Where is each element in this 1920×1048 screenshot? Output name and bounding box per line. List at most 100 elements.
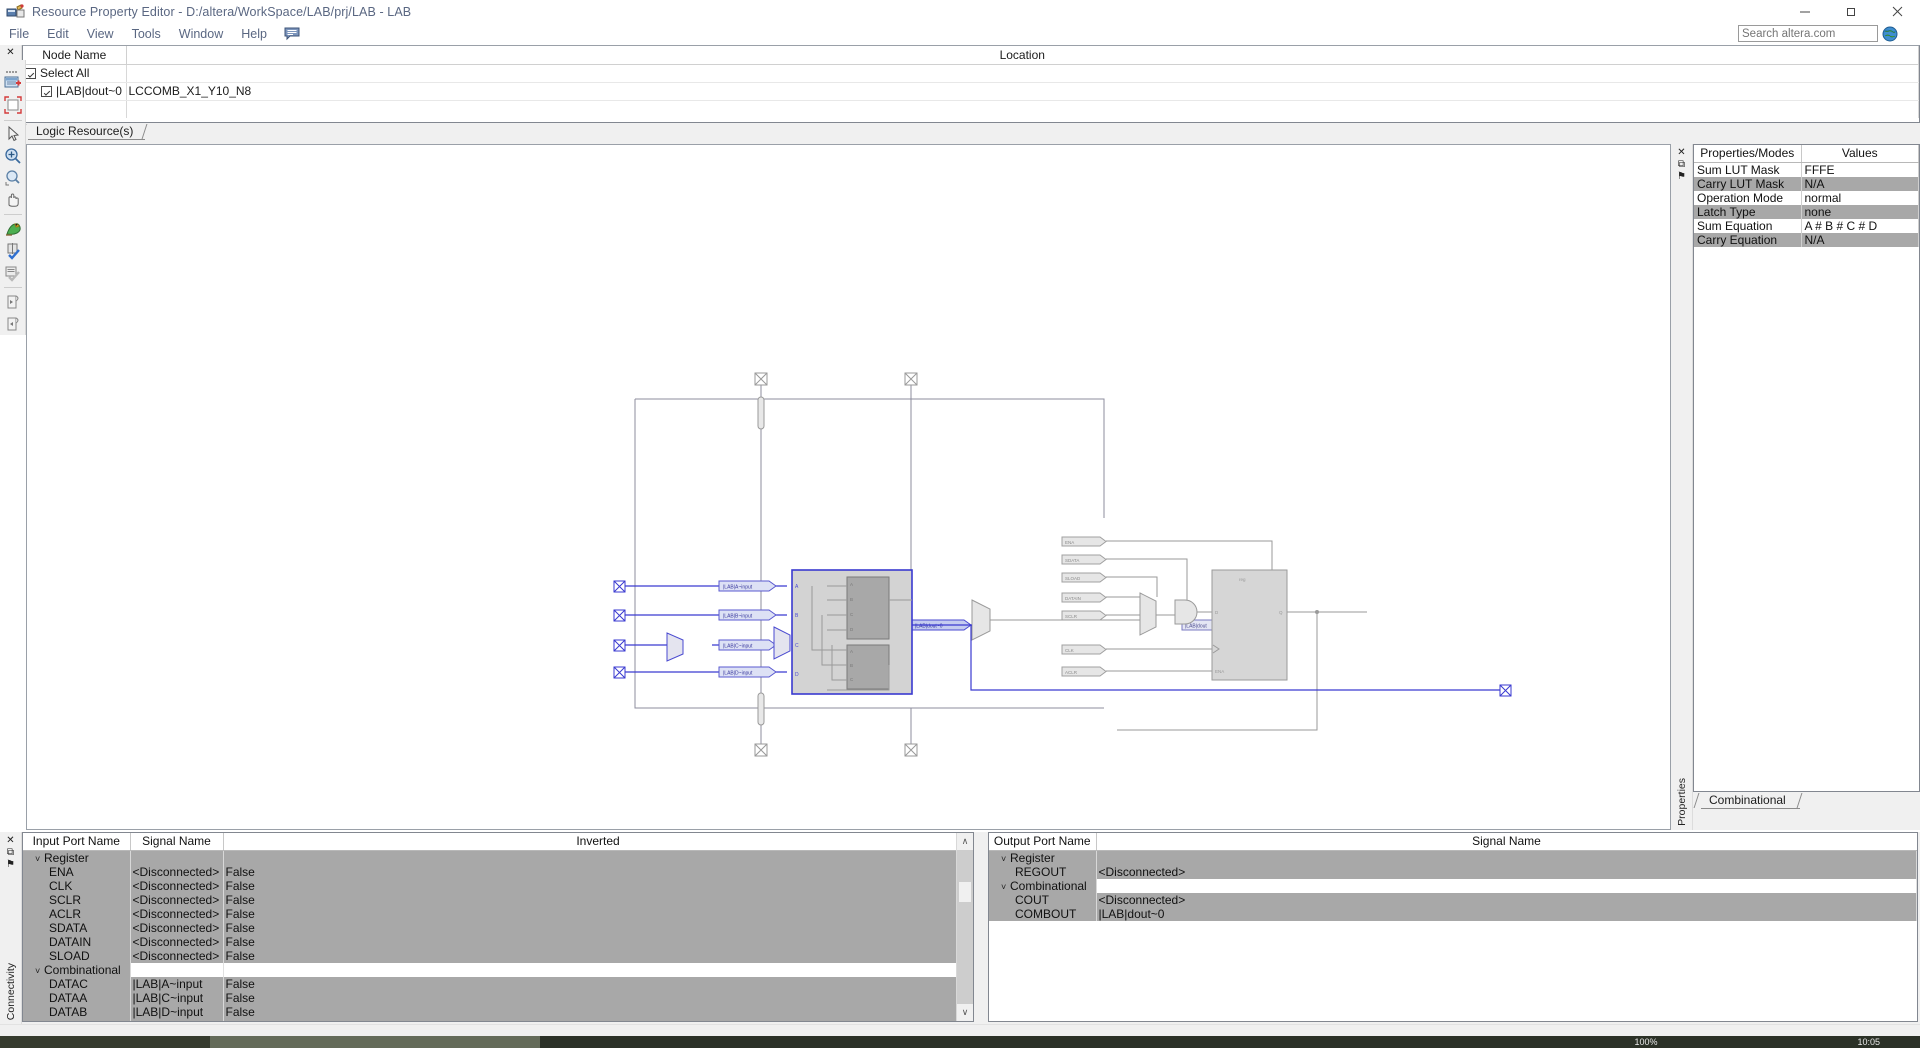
menu-edit[interactable]: Edit <box>38 25 78 43</box>
scrollbar-thumb[interactable] <box>958 881 972 903</box>
zoom-tool-icon[interactable] <box>2 168 24 189</box>
table-row[interactable]: SCLR <Disconnected> False <box>23 892 973 907</box>
message-note-icon[interactable] <box>284 27 300 41</box>
scroll-down-button[interactable]: ∨ <box>957 1004 973 1021</box>
properties-tab-label[interactable]: Properties <box>1676 778 1688 826</box>
output-col-port-name[interactable]: Output Port Name <box>989 833 1097 851</box>
table-row[interactable]: DATAA |LAB|C~input False <box>23 990 973 1005</box>
node-col-location[interactable]: Location <box>126 46 1919 65</box>
output-col-signal-name[interactable]: Signal Name <box>1096 833 1917 851</box>
taskbar-segment-2[interactable] <box>210 1036 540 1048</box>
table-row[interactable]: Sum LUT Mask FFFE <box>1694 162 1919 177</box>
prop-col-values[interactable]: Values <box>1801 145 1919 163</box>
chevron-down-icon[interactable]: ˅ <box>1001 882 1010 892</box>
prop-value-carry-lut-mask[interactable]: N/A <box>1801 176 1919 191</box>
table-row[interactable]: |LAB|dout~0 LCCOMB_X1_Y10_N8 <box>23 82 1919 101</box>
scroll-up-button[interactable]: ∧ <box>957 833 973 850</box>
prop-value-sum-equation[interactable]: A # B # C # D <box>1801 218 1919 233</box>
node-row-name-cell[interactable]: |LAB|dout~0 <box>23 82 127 101</box>
node-row-checkbox[interactable] <box>41 86 52 97</box>
hand-pan-icon[interactable] <box>2 190 24 211</box>
connectivity-tab-label[interactable]: Connectivity <box>5 963 17 1020</box>
properties-float-icon[interactable]: ⧉ <box>1678 159 1685 170</box>
close-button[interactable] <box>1874 0 1920 23</box>
parrot-icon[interactable] <box>2 218 24 239</box>
forward-page-icon[interactable] <box>2 313 24 334</box>
apply-list-icon[interactable] <box>2 262 24 283</box>
input-inverted-ena: False <box>223 864 973 879</box>
table-row[interactable]: DATAD|LAB|B~inputFalse <box>23 1018 973 1021</box>
prop-col-properties[interactable]: Properties/Modes <box>1694 145 1802 163</box>
zoom-in-icon[interactable] <box>2 146 24 167</box>
chevron-down-icon[interactable]: ˅ <box>1001 854 1010 864</box>
menu-help[interactable]: Help <box>232 25 276 43</box>
new-resource-icon[interactable] <box>2 73 24 94</box>
input-table-scrollbar[interactable]: ∧ ∨ <box>956 833 973 1021</box>
group-row-combinational[interactable]: ˅ Combinational <box>23 962 973 977</box>
maximize-button[interactable] <box>1828 0 1874 23</box>
taskbar-segment-1[interactable] <box>0 1036 210 1048</box>
chevron-down-icon[interactable]: ˅ <box>35 966 44 976</box>
apply-check-icon[interactable] <box>2 240 24 261</box>
back-page-icon[interactable] <box>2 291 24 312</box>
table-row[interactable]: Carry LUT Mask N/A <box>1694 176 1919 191</box>
input-col-inverted[interactable]: Inverted <box>223 833 973 851</box>
logic-cell-schematic[interactable]: |LAB|A~input |LAB|B~input |LAB|C~input |… <box>27 145 1671 830</box>
svg-text:ENA: ENA <box>1215 669 1224 674</box>
search-input[interactable] <box>1738 25 1878 42</box>
tab-logic-resources[interactable]: Logic Resource(s) <box>28 123 146 140</box>
taskbar[interactable]: 100% 10:05 <box>0 1036 1920 1048</box>
group-row-register[interactable]: ˅ Register <box>23 850 973 865</box>
toolbar-grip[interactable] <box>5 64 20 73</box>
prop-value-operation-mode[interactable]: normal <box>1801 190 1919 205</box>
prop-value-latch-type[interactable]: none <box>1801 204 1919 219</box>
table-row[interactable]: SLOAD <Disconnected> False <box>23 948 973 963</box>
taskbar-segment-3[interactable] <box>540 1036 1635 1048</box>
table-row[interactable]: COMBOUT |LAB|dout~0 <box>989 906 1917 921</box>
node-col-node-name[interactable]: Node Name <box>23 46 127 65</box>
selection-tool-icon[interactable] <box>2 124 24 145</box>
table-row[interactable]: CLK <Disconnected> False <box>23 878 973 893</box>
group-row-combinational[interactable]: ˅ Combinational <box>989 878 1917 893</box>
input-col-port-name[interactable]: Input Port Name <box>23 833 131 851</box>
table-row[interactable]: Latch Type none <box>1694 204 1919 219</box>
tab-combinational[interactable]: Combinational <box>1701 792 1800 809</box>
input-signal-aclr: <Disconnected> <box>130 906 224 921</box>
menu-view[interactable]: View <box>78 25 123 43</box>
properties-pin-icon[interactable]: ⚑ <box>1677 171 1686 182</box>
select-all-row[interactable]: Select All <box>23 64 1919 83</box>
connectivity-pin-icon[interactable]: ⚑ <box>6 859 15 870</box>
table-row[interactable]: Sum Equation A # B # C # D <box>1694 218 1919 233</box>
node-panel-close-icon[interactable]: ✕ <box>6 47 14 58</box>
connectivity-float-icon[interactable]: ⧉ <box>7 847 14 858</box>
chevron-down-icon[interactable]: ˅ <box>35 854 44 864</box>
group-row-register[interactable]: ˅ Register <box>989 850 1917 865</box>
connectivity-close-icon[interactable]: ✕ <box>6 835 14 846</box>
table-row[interactable]: DATAB |LAB|D~input False <box>23 1004 973 1019</box>
properties-close-icon[interactable]: ✕ <box>1677 147 1685 158</box>
select-all-cell[interactable]: Select All <box>23 64 127 83</box>
input-port-ena: ENA <box>23 864 131 879</box>
table-row[interactable]: Operation Mode normal <box>1694 190 1919 205</box>
table-row[interactable]: COUT <Disconnected> <box>989 892 1917 907</box>
table-row[interactable]: ACLR <Disconnected> False <box>23 906 973 921</box>
table-row[interactable]: DATAC |LAB|A~input False <box>23 976 973 991</box>
table-row[interactable]: ENA <Disconnected> False <box>23 864 973 879</box>
fit-in-window-icon[interactable] <box>2 95 24 116</box>
scrollbar-track[interactable] <box>957 850 973 1004</box>
menu-tools[interactable]: Tools <box>123 25 170 43</box>
svg-text:A: A <box>850 649 853 654</box>
select-all-checkbox[interactable] <box>25 68 36 79</box>
globe-icon[interactable] <box>1882 26 1898 42</box>
table-row[interactable]: Carry Equation N/A <box>1694 232 1919 247</box>
input-col-signal-name[interactable]: Signal Name <box>130 833 224 851</box>
table-row[interactable]: SDATA <Disconnected> False <box>23 920 973 935</box>
prop-value-carry-equation[interactable]: N/A <box>1801 232 1919 247</box>
menu-file[interactable]: File <box>0 25 38 43</box>
table-row[interactable]: DATAIN <Disconnected> False <box>23 934 973 949</box>
schematic-canvas[interactable]: |LAB|A~input |LAB|B~input |LAB|C~input |… <box>26 144 1671 830</box>
minimize-button[interactable] <box>1782 0 1828 23</box>
table-row[interactable]: REGOUT <Disconnected> <box>989 864 1917 879</box>
menu-window[interactable]: Window <box>170 25 232 43</box>
prop-value-sum-lut-mask[interactable]: FFFE <box>1801 162 1919 177</box>
